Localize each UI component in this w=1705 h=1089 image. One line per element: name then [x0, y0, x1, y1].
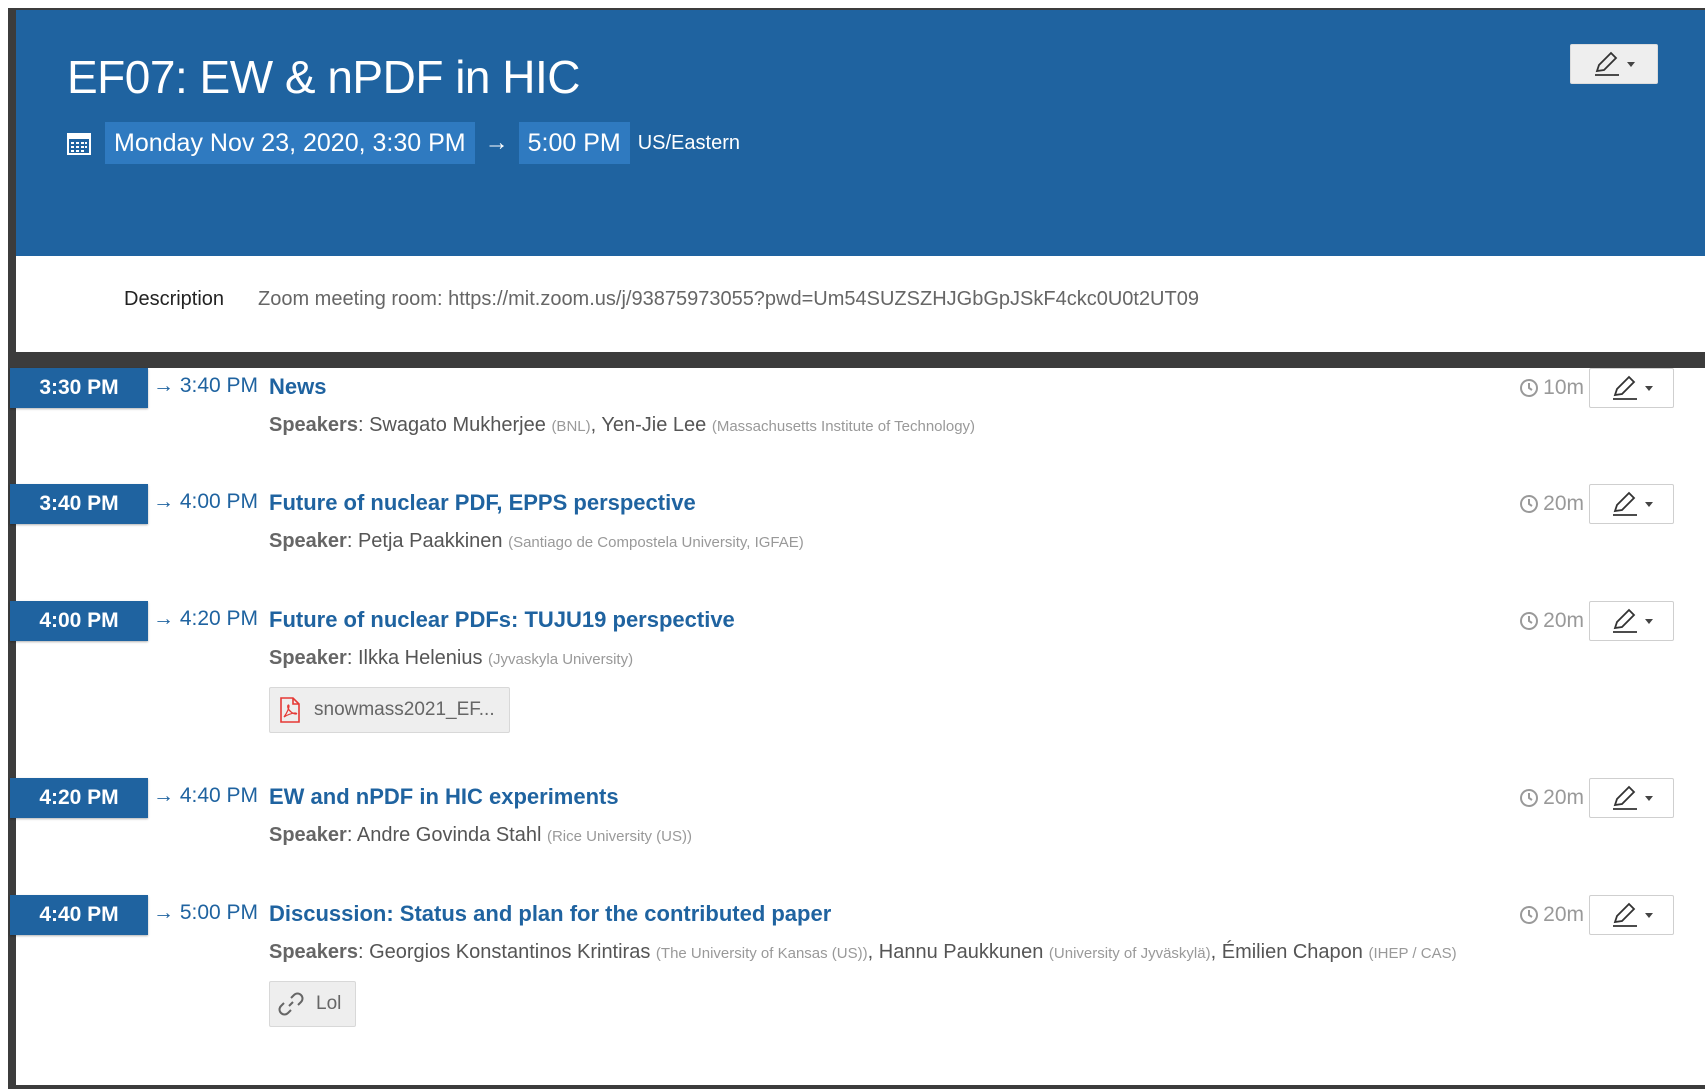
start-time-badge: 4:20 PM — [10, 778, 148, 818]
clock-icon — [1520, 789, 1539, 807]
speaker-list: Speakers: Georgios Konstantinos Krintira… — [269, 941, 1457, 963]
speaker-name: Andre Govinda Stahl — [356, 824, 542, 846]
end-time: → 4:00 PM — [153, 490, 259, 513]
duration-value: 20m — [1543, 786, 1584, 809]
pdf-icon — [280, 697, 300, 723]
speaker-label: Speaker — [269, 647, 347, 669]
speaker-name: Yen-Jie Lee — [601, 414, 707, 436]
clock-icon — [1520, 495, 1539, 513]
event-title: EF07: EW & nPDF in HIC — [67, 51, 581, 103]
speaker-list: Speakers: Swagato Mukherjee (BNL), Yen-J… — [269, 414, 976, 436]
speaker-list: Speaker: Petja Paakkinen (Santiago de Co… — [269, 530, 804, 552]
speaker-name: Swagato Mukherjee — [369, 414, 546, 436]
speaker-affiliation: (The University of Kansas (US)) — [655, 945, 868, 962]
entry-edit-button[interactable] — [1589, 895, 1674, 935]
contribution-title[interactable]: Discussion: Status and plan for the cont… — [269, 901, 831, 927]
description-panel: Description Zoom meeting room: https://m… — [16, 256, 1705, 352]
speaker-separator: , — [590, 414, 602, 436]
speaker-label: Speaker — [269, 530, 347, 552]
duration: 20m — [1519, 609, 1584, 633]
entry-edit-button[interactable] — [1589, 484, 1674, 524]
contribution-title[interactable]: News — [269, 374, 326, 400]
entry-edit-button[interactable] — [1589, 778, 1674, 818]
speaker-label: Speaker — [269, 824, 347, 846]
chevron-down-icon — [1644, 795, 1653, 801]
entry-edit-button[interactable] — [1589, 601, 1674, 641]
duration: 20m — [1519, 786, 1584, 810]
end-time: → 4:20 PM — [153, 607, 259, 630]
speaker-name: Petja Paakkinen — [357, 530, 503, 552]
start-time-badge: 3:30 PM — [10, 368, 148, 408]
contribution-title[interactable]: EW and nPDF in HIC experiments — [269, 784, 619, 810]
link-icon — [278, 992, 304, 1016]
start-datetime: Monday Nov 23, 2020, 3:30 PM — [105, 122, 475, 164]
event-date-row: Monday Nov 23, 2020, 3:30 PM → 5:00 PM U… — [67, 122, 740, 164]
speaker-name: Émilien Chapon — [1221, 941, 1363, 963]
start-time-badge: 3:40 PM — [10, 484, 148, 524]
speaker-list: Speaker: Andre Govinda Stahl (Rice Unive… — [269, 824, 692, 846]
speaker-affiliation: (Jyvaskyla University) — [488, 651, 634, 668]
description-label: Description — [124, 288, 225, 310]
pencil-icon — [1612, 902, 1637, 927]
chevron-down-icon — [1644, 385, 1653, 391]
contribution-title[interactable]: Future of nuclear PDF, EPPS perspective — [269, 490, 696, 516]
duration: 20m — [1519, 903, 1584, 927]
calendar-icon — [67, 133, 91, 155]
clock-icon — [1520, 379, 1539, 397]
start-time-badge: 4:40 PM — [10, 895, 148, 935]
duration-value: 20m — [1543, 492, 1584, 515]
timezone: US/Eastern — [637, 131, 740, 154]
contribution-title[interactable]: Future of nuclear PDFs: TUJU19 perspecti… — [269, 607, 735, 633]
duration: 10m — [1519, 376, 1584, 400]
speaker-separator: , — [867, 941, 879, 963]
duration-value: 20m — [1543, 609, 1584, 632]
clock-icon — [1520, 906, 1539, 924]
timetable: 3:30 PM → 3:40 PM News Speakers: Swagato… — [10, 368, 1705, 1085]
speaker-affiliation: (IHEP / CAS) — [1368, 945, 1457, 962]
speaker-affiliation: (University of Jyväskylä) — [1048, 945, 1211, 962]
time-arrow: → — [484, 129, 509, 156]
pencil-icon — [1612, 785, 1637, 810]
speaker-affiliation: (Massachusetts Institute of Technology) — [711, 418, 976, 435]
chevron-down-icon — [1644, 501, 1653, 507]
duration-value: 20m — [1543, 903, 1584, 926]
speaker-affiliation: (Rice University (US)) — [546, 828, 692, 845]
attachment-button[interactable]: snowmass2021_EF... — [269, 687, 510, 733]
end-time: 5:00 PM — [518, 122, 630, 164]
speaker-name: Georgios Konstantinos Krintiras — [369, 941, 651, 963]
speaker-label: Speakers — [269, 941, 358, 963]
attachment-label: snowmass2021_EF... — [314, 699, 495, 720]
speaker-affiliation: (Santiago de Compostela University, IGFA… — [508, 534, 804, 551]
start-time-badge: 4:00 PM — [10, 601, 148, 641]
pencil-icon — [1612, 608, 1637, 633]
chevron-down-icon — [1627, 61, 1635, 67]
duration-value: 10m — [1543, 376, 1584, 399]
attachment-link-button[interactable]: Lol — [269, 981, 357, 1027]
chevron-down-icon — [1644, 618, 1653, 624]
duration: 20m — [1519, 492, 1584, 516]
event-edit-button[interactable] — [1570, 44, 1658, 84]
end-time: → 5:00 PM — [153, 901, 259, 924]
event-header: EF07: EW & nPDF in HIC Monday Nov 23, 20… — [16, 10, 1705, 256]
speaker-list: Speaker: Ilkka Helenius (Jyvaskyla Unive… — [269, 647, 634, 669]
speaker-affiliation: (BNL) — [551, 418, 591, 435]
speaker-name: Ilkka Helenius — [357, 647, 483, 669]
end-time: → 4:40 PM — [153, 784, 259, 807]
pencil-icon — [1612, 375, 1637, 400]
description-text: Zoom meeting room: https://mit.zoom.us/j… — [258, 288, 1199, 310]
speaker-name: Hannu Paukkunen — [878, 941, 1044, 963]
pencil-icon — [1595, 51, 1619, 76]
entry-edit-button[interactable] — [1589, 368, 1674, 408]
chevron-down-icon — [1644, 912, 1653, 918]
speaker-separator: , — [1210, 941, 1222, 963]
attachment-label: Lol — [316, 993, 342, 1014]
clock-icon — [1520, 612, 1539, 630]
pencil-icon — [1612, 491, 1637, 516]
speaker-label: Speakers — [269, 414, 358, 436]
end-time: → 3:40 PM — [153, 374, 259, 397]
